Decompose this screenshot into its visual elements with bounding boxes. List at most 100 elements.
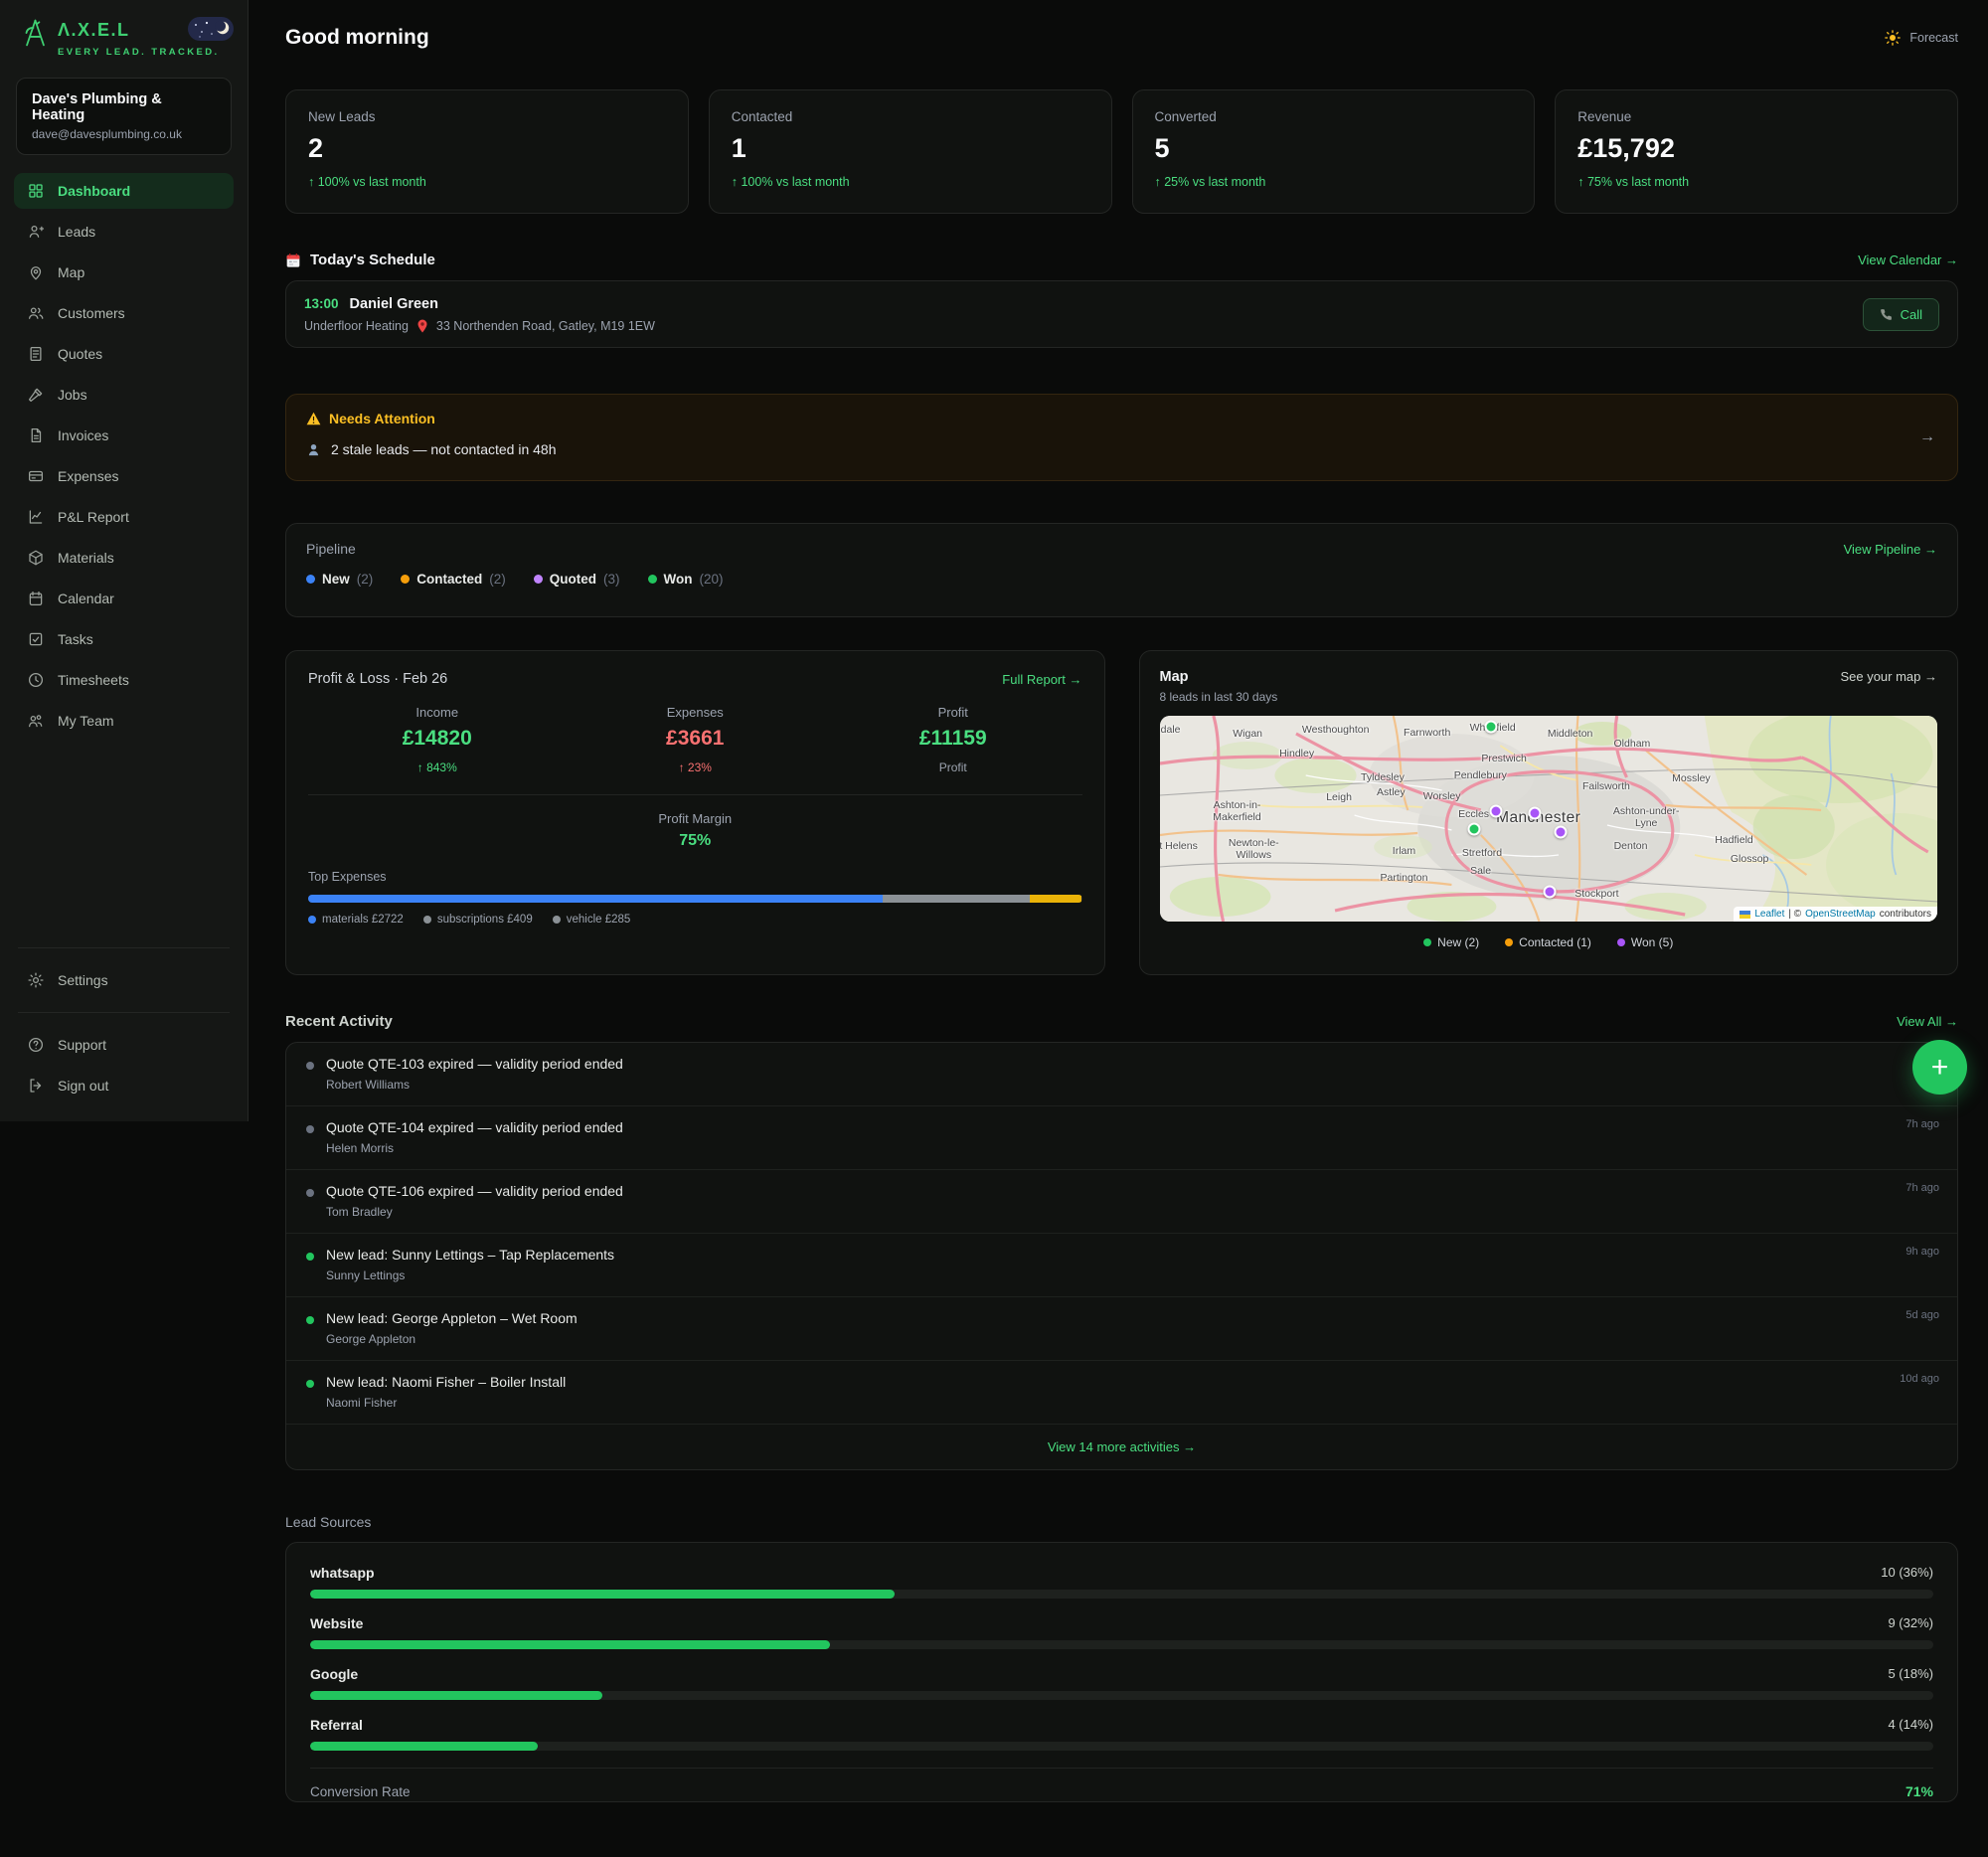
- see-your-map-link[interactable]: See your map →: [1840, 669, 1937, 684]
- lead-marker[interactable]: [1555, 825, 1568, 838]
- leaflet-map[interactable]: daleWiganWesthoughtonFarnworthWhitefield…: [1160, 716, 1938, 922]
- expense-bar-segment: [1030, 895, 1081, 903]
- pnl-col-label: Expenses: [567, 705, 825, 720]
- sidebar-item-tasks[interactable]: Tasks: [14, 621, 234, 657]
- source-label: Referral: [310, 1717, 363, 1733]
- stage-dot: [306, 575, 315, 584]
- brand-tagline: EVERY LEAD. TRACKED.: [58, 47, 220, 58]
- lead-sources-title: Lead Sources: [285, 1514, 371, 1530]
- lead-marker[interactable]: [1467, 822, 1480, 835]
- phone-icon: [1880, 308, 1893, 321]
- sidebar-item-support[interactable]: Support: [14, 1027, 234, 1063]
- sidebar-item-customers[interactable]: Customers: [14, 295, 234, 331]
- sidebar-item-label: Support: [58, 1037, 106, 1053]
- chart-icon: [27, 508, 45, 526]
- appointment-name: Daniel Green: [350, 296, 438, 312]
- add-button[interactable]: +: [1912, 1040, 1967, 1095]
- user-plus-icon: [27, 223, 45, 241]
- divider: [310, 1768, 1933, 1769]
- sidebar-item-label: Invoices: [58, 427, 108, 443]
- view-more-activities-link[interactable]: View 14 more activities →: [1048, 1439, 1196, 1454]
- activity-row[interactable]: New lead: George Appleton – Wet Room Geo…: [286, 1297, 1957, 1361]
- sidebar-item-label: Settings: [58, 972, 108, 988]
- sidebar-item-jobs[interactable]: Jobs: [14, 377, 234, 413]
- osm-link[interactable]: OpenStreetMap: [1805, 909, 1876, 920]
- activity-row[interactable]: New lead: Naomi Fisher – Boiler Install …: [286, 1361, 1957, 1425]
- forecast-button[interactable]: Forecast: [1884, 29, 1958, 47]
- expense-legend-item: subscriptions £409: [423, 914, 533, 926]
- night-weather-pill[interactable]: [188, 17, 234, 41]
- activity-row[interactable]: Quote QTE-104 expired — validity period …: [286, 1106, 1957, 1170]
- view-all-link[interactable]: View All →: [1897, 1014, 1958, 1029]
- pnl-title: Profit & Loss · Feb 26: [308, 671, 447, 687]
- lead-source-row-referral: Referral 4 (14%): [310, 1717, 1933, 1751]
- expense-legend-item: vehicle £285: [553, 914, 631, 926]
- source-bar-track: [310, 1640, 1933, 1649]
- pipeline-stage-contacted: Contacted(2): [401, 572, 506, 587]
- schedule-card[interactable]: 13:00 Daniel Green Underfloor Heating 33…: [285, 280, 1958, 348]
- pipeline-stage-new: New(2): [306, 572, 373, 587]
- lead-source-row-whatsapp: whatsapp 10 (36%): [310, 1565, 1933, 1599]
- pnl-col-delta: Profit: [824, 760, 1082, 774]
- stage-count: (20): [700, 572, 724, 587]
- full-report-link[interactable]: Full Report →: [1002, 672, 1081, 687]
- sidebar-item-p-l-report[interactable]: P&L Report: [14, 499, 234, 535]
- stat-card-revenue: Revenue £15,792 ↑ 75% vs last month: [1555, 89, 1958, 214]
- activity-row[interactable]: Quote QTE-103 expired — validity period …: [286, 1043, 1957, 1106]
- map-legend: New (2)Contacted (1)Won (5): [1160, 935, 1938, 949]
- activity-row-title: New lead: Sunny Lettings – Tap Replaceme…: [326, 1247, 614, 1263]
- call-label: Call: [1901, 307, 1922, 322]
- lead-sources-header: Lead Sources: [285, 1514, 1958, 1530]
- source-value: 9 (32%): [1888, 1615, 1933, 1631]
- lead-marker[interactable]: [1484, 721, 1497, 734]
- sidebar-item-dashboard[interactable]: Dashboard: [14, 173, 234, 209]
- sidebar-item-my-team[interactable]: My Team: [14, 703, 234, 739]
- account-card[interactable]: Dave's Plumbing & Heating dave@davesplum…: [16, 78, 232, 155]
- leaflet-link[interactable]: Leaflet: [1754, 909, 1784, 920]
- stats-row: New Leads 2 ↑ 100% vs last monthContacte…: [285, 89, 1958, 214]
- sidebar-item-calendar[interactable]: Calendar: [14, 581, 234, 616]
- activity-dot: [306, 1253, 314, 1261]
- sidebar-item-sign-out[interactable]: Sign out: [14, 1068, 234, 1103]
- stage-count: (2): [357, 572, 374, 587]
- divider: [308, 794, 1082, 795]
- sidebar-item-leads[interactable]: Leads: [14, 214, 234, 250]
- file-text-icon: [27, 426, 45, 444]
- legend-dot: [1423, 938, 1431, 946]
- call-button[interactable]: Call: [1863, 298, 1939, 331]
- sidebar-item-label: Sign out: [58, 1078, 108, 1094]
- needs-attention-card[interactable]: Needs Attention 2 stale leads — not cont…: [285, 394, 1958, 481]
- view-calendar-link[interactable]: View Calendar →: [1858, 253, 1958, 267]
- map-legend-item: Contacted (1): [1505, 935, 1591, 949]
- attention-arrow[interactable]: →: [1919, 428, 1935, 446]
- stat-value: £15,792: [1577, 133, 1935, 164]
- stage-dot: [534, 575, 543, 584]
- sidebar-item-settings[interactable]: Settings: [14, 962, 234, 998]
- stat-delta: ↑ 100% vs last month: [732, 175, 1089, 189]
- view-pipeline-link[interactable]: View Pipeline →: [1844, 542, 1937, 557]
- box-icon: [27, 549, 45, 567]
- sidebar-item-expenses[interactable]: Expenses: [14, 458, 234, 494]
- activity-row[interactable]: Quote QTE-106 expired — validity period …: [286, 1170, 1957, 1234]
- lead-marker[interactable]: [1489, 805, 1502, 818]
- logo-row: Λ.X.E.L EVERY LEAD. TRACKED.: [14, 18, 234, 58]
- sun-icon: [1884, 29, 1902, 47]
- lead-source-row-google: Google 5 (18%): [310, 1666, 1933, 1700]
- stat-card-contacted: Contacted 1 ↑ 100% vs last month: [709, 89, 1112, 214]
- activity-row[interactable]: New lead: Sunny Lettings – Tap Replaceme…: [286, 1234, 1957, 1297]
- sidebar-item-map[interactable]: Map: [14, 254, 234, 290]
- activity-card: Quote QTE-103 expired — validity period …: [285, 1042, 1958, 1470]
- activity-row-subtitle: Helen Morris: [326, 1141, 623, 1155]
- pnl-col-expenses: Expenses £3661 ↑ 23%: [567, 705, 825, 774]
- lead-marker[interactable]: [1543, 885, 1556, 898]
- stat-delta: ↑ 100% vs last month: [308, 175, 666, 189]
- clock-icon: [27, 671, 45, 689]
- sidebar-item-label: P&L Report: [58, 509, 129, 525]
- moon-stars-icon: [188, 17, 234, 41]
- sidebar-item-materials[interactable]: Materials: [14, 540, 234, 576]
- sidebar-item-quotes[interactable]: Quotes: [14, 336, 234, 372]
- lead-marker[interactable]: [1529, 807, 1542, 820]
- sidebar-item-timesheets[interactable]: Timesheets: [14, 662, 234, 698]
- legend-label: Contacted (1): [1519, 935, 1591, 949]
- sidebar-item-invoices[interactable]: Invoices: [14, 418, 234, 453]
